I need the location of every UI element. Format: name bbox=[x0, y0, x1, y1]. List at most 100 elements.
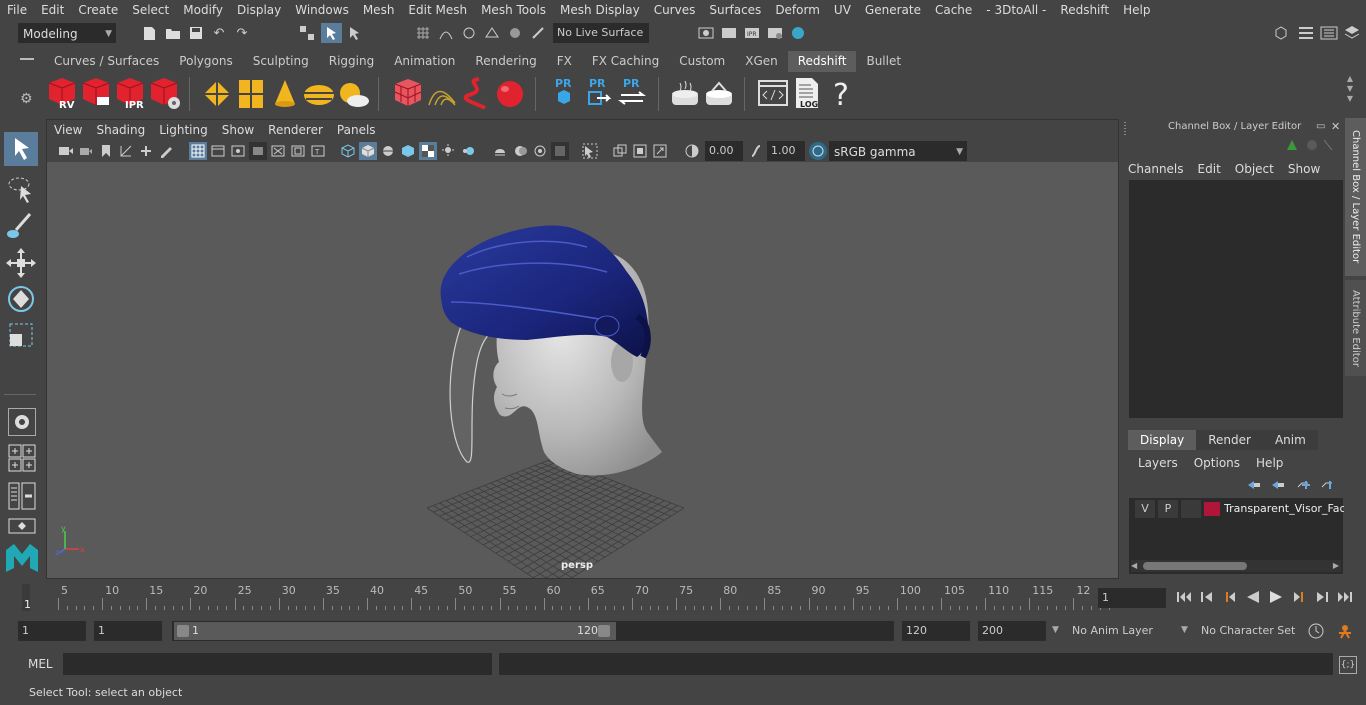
redshift-portal-light-icon[interactable] bbox=[234, 75, 268, 111]
viewport-menu-panels[interactable]: Panels bbox=[330, 120, 383, 140]
shelf-tab-xgen[interactable]: XGen bbox=[735, 51, 788, 72]
play-forwards-icon[interactable] bbox=[1267, 588, 1285, 606]
snap-surface-icon[interactable] bbox=[506, 24, 524, 42]
live-surface-field[interactable]: No Live Surface bbox=[553, 23, 649, 43]
wireframe-on-shaded-icon[interactable] bbox=[379, 142, 397, 160]
animation-preferences-icon[interactable] bbox=[1336, 622, 1354, 640]
step-back-frame-icon[interactable] bbox=[1221, 588, 1239, 606]
select-component-icon[interactable] bbox=[346, 24, 364, 42]
redshift-area-light-icon[interactable] bbox=[200, 75, 234, 111]
select-camera-icon[interactable] bbox=[57, 142, 75, 160]
layer-row[interactable]: V P Transparent_Visor_Fac bbox=[1131, 500, 1344, 518]
redo-icon[interactable]: ↷ bbox=[233, 24, 251, 42]
redshift-spot-light-icon[interactable] bbox=[268, 75, 302, 111]
menu-edit[interactable]: Edit bbox=[34, 0, 71, 20]
menu-display[interactable]: Display bbox=[230, 0, 288, 20]
safe-title-icon[interactable]: T bbox=[309, 142, 327, 160]
shelf-tab-rigging[interactable]: Rigging bbox=[319, 51, 384, 72]
current-frame-field[interactable]: 1 bbox=[1098, 588, 1166, 608]
layer-menu-options[interactable]: Options bbox=[1194, 456, 1240, 470]
camera-lock-icon[interactable] bbox=[77, 142, 95, 160]
redshift-ipr-icon[interactable]: IPR bbox=[113, 75, 147, 111]
viewport-menu-view[interactable]: View bbox=[47, 120, 89, 140]
scale-tool-icon[interactable] bbox=[4, 318, 38, 352]
channel-box-side-tab[interactable]: Channel Box / Layer Editor bbox=[1345, 118, 1366, 276]
exposure-icon[interactable] bbox=[683, 142, 701, 160]
anim-layer-arrow-icon[interactable]: ▼ bbox=[1052, 625, 1059, 635]
gate-mask-icon[interactable] bbox=[249, 142, 267, 160]
go-to-start-icon[interactable] bbox=[1175, 588, 1193, 606]
layer-playback-toggle[interactable]: P bbox=[1158, 500, 1178, 518]
menu-surfaces[interactable]: Surfaces bbox=[702, 0, 768, 20]
shelf-tab-sculpting[interactable]: Sculpting bbox=[243, 51, 319, 72]
menu-modify[interactable]: Modify bbox=[176, 0, 230, 20]
layer-menu-layers[interactable]: Layers bbox=[1138, 456, 1178, 470]
animation-end-field[interactable]: 200 bbox=[978, 621, 1046, 641]
xray-joints-icon[interactable] bbox=[611, 142, 629, 160]
attribute-editor-side-tab[interactable]: Attribute Editor bbox=[1345, 280, 1366, 376]
menu-3dtoall[interactable]: - 3DtoAll - bbox=[979, 0, 1053, 20]
outliner-layout-icon[interactable] bbox=[8, 482, 36, 510]
layer-color-swatch[interactable] bbox=[1204, 502, 1220, 516]
range-bar[interactable] bbox=[174, 622, 616, 640]
bookmark-icon[interactable] bbox=[97, 142, 115, 160]
layer-name[interactable]: Transparent_Visor_Fac bbox=[1224, 500, 1344, 518]
wireframe-icon[interactable] bbox=[339, 142, 357, 160]
menu-select[interactable]: Select bbox=[125, 0, 176, 20]
anti-aliasing-icon[interactable] bbox=[511, 142, 529, 160]
menu-mesh-display[interactable]: Mesh Display bbox=[553, 0, 647, 20]
step-back-key-icon[interactable] bbox=[1198, 588, 1216, 606]
menu-help[interactable]: Help bbox=[1116, 0, 1157, 20]
redshift-dome-light-icon[interactable] bbox=[302, 75, 336, 111]
tool-settings-toggle-icon[interactable] bbox=[1320, 24, 1338, 42]
channel-box-menu-show[interactable]: Show bbox=[1288, 162, 1320, 176]
redshift-pr-export-icon[interactable]: PR bbox=[581, 75, 615, 111]
menu-generate[interactable]: Generate bbox=[858, 0, 928, 20]
shelf-tab-bullet[interactable]: Bullet bbox=[856, 51, 911, 72]
move-tool-icon[interactable] bbox=[4, 246, 38, 280]
redshift-log-icon[interactable]: LOG bbox=[790, 75, 824, 111]
redshift-hair-icon[interactable] bbox=[459, 75, 493, 111]
safe-action-icon[interactable] bbox=[289, 142, 307, 160]
menu-uv[interactable]: UV bbox=[827, 0, 858, 20]
field-chart-icon[interactable] bbox=[269, 142, 287, 160]
step-forward-frame-icon[interactable] bbox=[1290, 588, 1308, 606]
menu-create[interactable]: Create bbox=[71, 0, 125, 20]
character-set-field[interactable]: No Character Set bbox=[1197, 621, 1297, 641]
gamma-icon[interactable] bbox=[747, 142, 765, 160]
resolution-gate-icon[interactable] bbox=[229, 142, 247, 160]
redshift-pr-swap-icon[interactable]: PR bbox=[615, 75, 649, 111]
scene-canvas[interactable] bbox=[47, 162, 1118, 578]
new-scene-icon[interactable] bbox=[140, 24, 158, 42]
redshift-bake-set-icon[interactable] bbox=[702, 75, 736, 111]
redshift-bake-icon[interactable] bbox=[668, 75, 702, 111]
script-editor-icon[interactable]: {;} bbox=[1339, 656, 1357, 674]
shadows-icon[interactable] bbox=[439, 142, 457, 160]
layer-menu-help[interactable]: Help bbox=[1256, 456, 1283, 470]
shelf-tab-fx-caching[interactable]: FX Caching bbox=[582, 51, 669, 72]
make-live-icon[interactable] bbox=[529, 24, 547, 42]
channel-box-menu-channels[interactable]: Channels bbox=[1128, 162, 1184, 176]
grid-display-icon[interactable] bbox=[189, 142, 207, 160]
save-scene-icon[interactable] bbox=[187, 24, 205, 42]
rotate-tool-icon[interactable] bbox=[4, 282, 38, 316]
play-backwards-icon[interactable] bbox=[1244, 588, 1262, 606]
shelf-tab-fx[interactable]: FX bbox=[547, 51, 582, 72]
anim-layer-field[interactable]: No Anim Layer bbox=[1068, 621, 1174, 641]
xray-icon[interactable] bbox=[581, 142, 599, 160]
xray-active-components-icon[interactable] bbox=[631, 142, 649, 160]
snap-point-icon[interactable] bbox=[460, 24, 478, 42]
gamma-field[interactable]: 1.00 bbox=[767, 141, 805, 161]
script-language-label[interactable]: MEL bbox=[28, 657, 53, 671]
film-gate-icon[interactable] bbox=[209, 142, 227, 160]
step-forward-key-icon[interactable] bbox=[1313, 588, 1331, 606]
menu-file[interactable]: File bbox=[0, 0, 34, 20]
channel-box-menu-object[interactable]: Object bbox=[1235, 162, 1274, 176]
snap-view-plane-icon[interactable] bbox=[483, 24, 501, 42]
ipr-render-icon[interactable]: IPR bbox=[743, 24, 761, 42]
lasso-tool-icon[interactable] bbox=[4, 172, 38, 206]
select-tool-icon[interactable] bbox=[4, 132, 38, 166]
isolate-select-icon[interactable] bbox=[551, 142, 569, 160]
shelf-tab-animation[interactable]: Animation bbox=[384, 51, 465, 72]
viewport-menu-show[interactable]: Show bbox=[215, 120, 261, 140]
